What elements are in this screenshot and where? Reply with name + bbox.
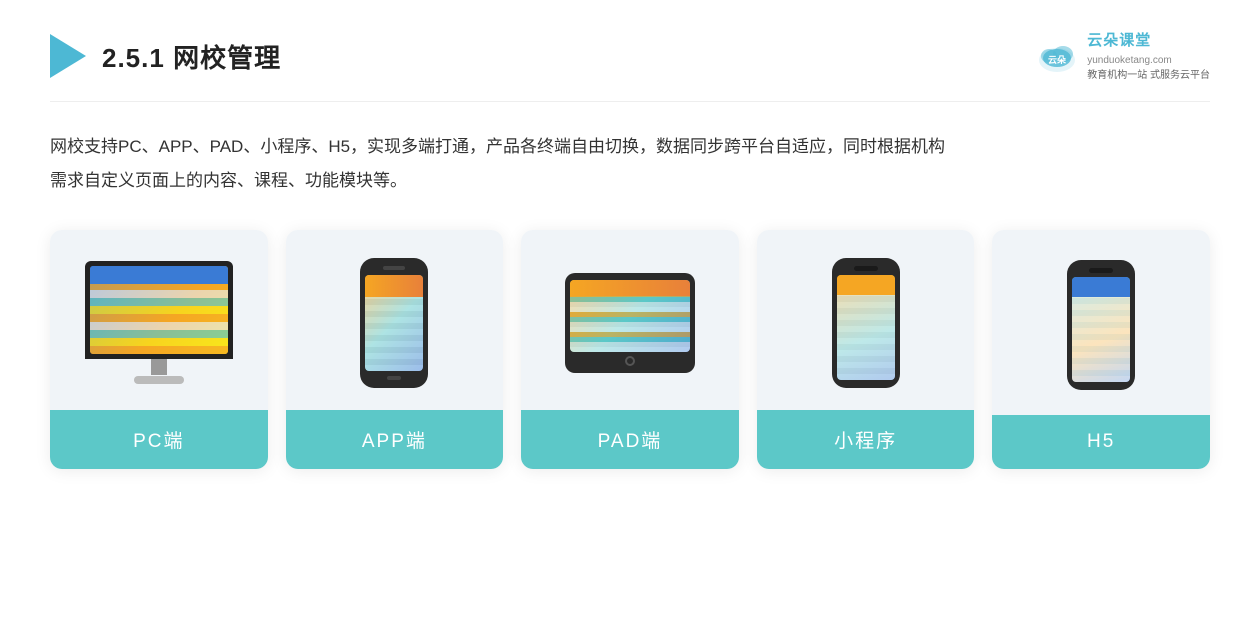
pad-outer bbox=[565, 273, 695, 373]
card-mini-image bbox=[757, 230, 975, 410]
brand-text: 云朵课堂 yunduoketang.com 教育机构一站 式服务云平台 bbox=[1087, 30, 1210, 83]
card-miniprogram: 小程序 bbox=[757, 230, 975, 469]
monitor-base bbox=[134, 376, 184, 384]
monitor-screen bbox=[90, 266, 228, 354]
card-pc-image bbox=[50, 230, 268, 410]
phone-mini-mockup bbox=[832, 258, 900, 388]
phone-mini-outer bbox=[832, 258, 900, 388]
phone-app-mockup bbox=[360, 258, 428, 388]
logo-triangle-icon bbox=[50, 34, 86, 78]
title-bold: 网校管理 bbox=[173, 43, 281, 73]
svg-text:云朵: 云朵 bbox=[1048, 55, 1067, 65]
phone-h5-notch bbox=[1089, 268, 1113, 273]
monitor-stand bbox=[151, 359, 167, 375]
card-h5: H5 bbox=[992, 230, 1210, 469]
phone-app-outer bbox=[360, 258, 428, 388]
card-app-image bbox=[286, 230, 504, 410]
title-prefix: 2.5.1 bbox=[102, 43, 173, 73]
brand-cloud-icon: 云朵 bbox=[1035, 38, 1079, 74]
brand-name: 云朵课堂 bbox=[1087, 30, 1210, 53]
brand-logo: 云朵 云朵课堂 yunduoketang.com 教育机构一站 式服务云平台 bbox=[1035, 30, 1210, 83]
desc-line2: 需求自定义页面上的内容、课程、功能模块等。 bbox=[50, 164, 1210, 198]
phone-mini-screen bbox=[837, 275, 895, 380]
pad-screen bbox=[570, 280, 690, 352]
brand-url: yunduoketang.com bbox=[1087, 53, 1210, 68]
card-pad-label: PAD端 bbox=[521, 410, 739, 469]
phone-h5-screen bbox=[1072, 277, 1130, 382]
header-left: 2.5.1 网校管理 bbox=[50, 34, 281, 78]
card-pc-label: PC端 bbox=[50, 410, 268, 469]
card-mini-label: 小程序 bbox=[757, 410, 975, 469]
card-pad: PAD端 bbox=[521, 230, 739, 469]
monitor-outer bbox=[85, 261, 233, 359]
desc-line1: 网校支持PC、APP、PAD、小程序、H5，实现多端打通，产品各终端自由切换，数… bbox=[50, 130, 1210, 164]
page-wrapper: 2.5.1 网校管理 云朵 云朵课堂 yunduoketang.com 教育机构… bbox=[0, 0, 1260, 630]
card-h5-label: H5 bbox=[992, 415, 1210, 469]
card-app: APP端 bbox=[286, 230, 504, 469]
card-h5-image bbox=[992, 230, 1210, 415]
card-app-label: APP端 bbox=[286, 410, 504, 469]
cards-row: PC端 APP端 bbox=[50, 230, 1210, 469]
card-pad-image bbox=[521, 230, 739, 410]
header: 2.5.1 网校管理 云朵 云朵课堂 yunduoketang.com 教育机构… bbox=[50, 30, 1210, 102]
phone-mini-notch bbox=[854, 266, 878, 271]
phone-home-btn bbox=[387, 376, 401, 380]
card-pc: PC端 bbox=[50, 230, 268, 469]
pad-home-btn bbox=[625, 356, 635, 366]
page-title: 2.5.1 网校管理 bbox=[102, 38, 281, 75]
phone-h5-mockup bbox=[1067, 260, 1135, 390]
pad-mockup bbox=[565, 273, 695, 373]
phone-h5-outer bbox=[1067, 260, 1135, 390]
monitor-mockup bbox=[85, 261, 233, 384]
brand-tagline: 教育机构一站 式服务云平台 bbox=[1087, 68, 1210, 83]
description-text: 网校支持PC、APP、PAD、小程序、H5，实现多端打通，产品各终端自由切换，数… bbox=[50, 130, 1210, 198]
phone-app-screen bbox=[365, 275, 423, 371]
phone-speaker bbox=[383, 266, 405, 270]
